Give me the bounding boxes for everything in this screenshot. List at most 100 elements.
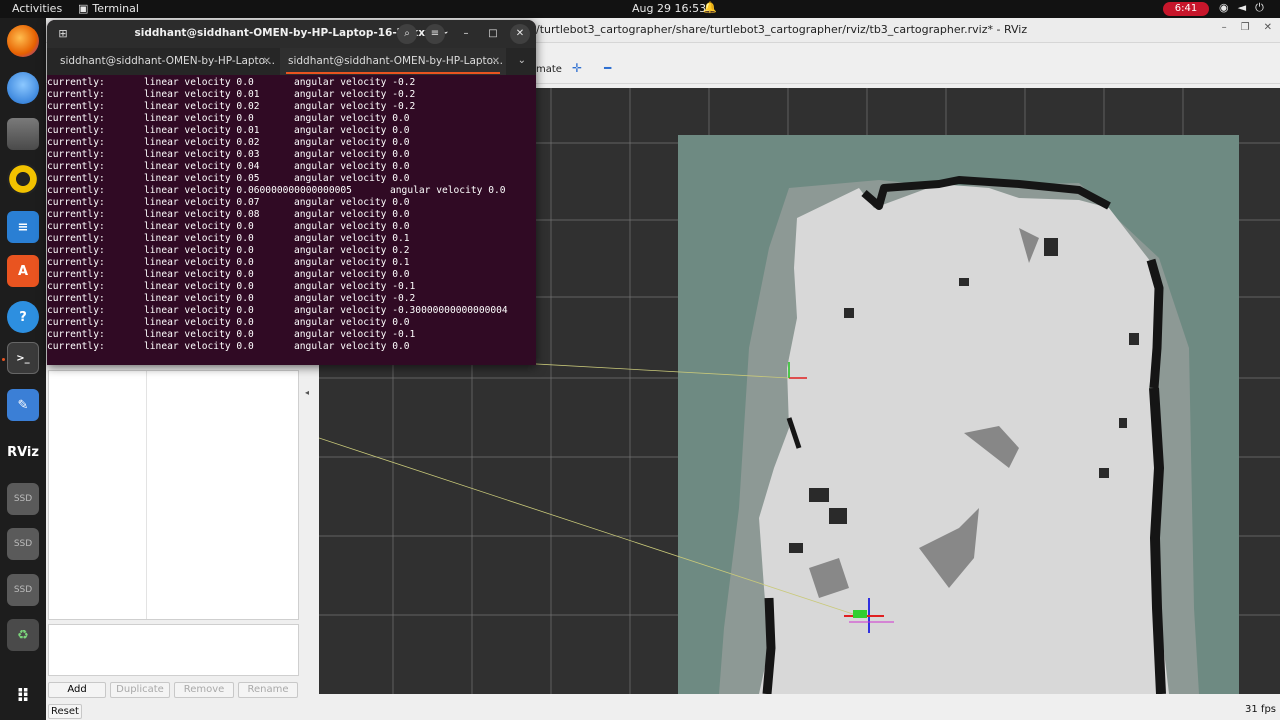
terminal-line-field: angular velocity 0.0	[294, 197, 410, 208]
wifi-icon: ◉	[1219, 1, 1229, 14]
close-tab-icon[interactable]: ✕	[492, 48, 500, 75]
terminal-tab-2[interactable]: siddhant@siddhant-OMEN-by-HP-Lapto... ✕	[280, 48, 506, 75]
terminal-line-field: angular velocity -0.2	[294, 89, 416, 100]
files-icon[interactable]	[7, 118, 39, 150]
terminal-line-field: currently:	[47, 221, 105, 232]
maximize-icon[interactable]: ❐	[1241, 22, 1250, 33]
ssd-drive-icon[interactable]: SSD	[7, 574, 39, 606]
rviz-icon[interactable]: RViz	[7, 436, 39, 468]
terminal-line-field: linear velocity 0.0	[144, 221, 254, 232]
firefox-icon[interactable]	[7, 25, 39, 57]
terminal-header: ⊞ siddhant@siddhant-OMEN-by-HP-Laptop-16…	[47, 20, 536, 48]
terminal-line-field: currently:	[47, 245, 105, 256]
terminal-line-field: angular velocity -0.2	[294, 77, 416, 88]
terminal-line-field: angular velocity 0.0	[294, 161, 410, 172]
add-button[interactable]: Add	[48, 682, 106, 698]
minimize-icon[interactable]: –	[456, 24, 476, 44]
fps-readout: 31 fps	[1245, 704, 1276, 715]
terminal-line-field: currently:	[47, 317, 105, 328]
terminal-line-field: currently:	[47, 293, 105, 304]
terminal-line-field: linear velocity 0.01	[144, 89, 260, 100]
rename-button[interactable]: Rename	[238, 682, 298, 698]
terminal-line-field: angular velocity 0.0	[294, 317, 410, 328]
active-indicator	[2, 358, 5, 361]
terminal-icon: ▣	[78, 2, 89, 15]
hamburger-menu-icon[interactable]: ≡	[425, 24, 445, 44]
column-divider	[146, 371, 147, 619]
collapse-left-icon[interactable]: ◂	[305, 388, 309, 397]
terminal-line-field: angular velocity 0.0	[294, 221, 410, 232]
remove-button[interactable]: Remove	[174, 682, 234, 698]
activities-button[interactable]: Activities	[12, 2, 62, 15]
chevron-down-icon[interactable]: ⌄	[518, 55, 526, 66]
ssd-drive-icon[interactable]: SSD	[7, 528, 39, 560]
terminal-line-field: currently:	[47, 149, 105, 160]
terminal-line-field: currently:	[47, 197, 105, 208]
terminal-line-field: linear velocity 0.08	[144, 209, 260, 220]
terminal-line-field: angular velocity -0.30000000000000004	[294, 305, 508, 316]
add-tool-icon[interactable]: ✛	[572, 61, 582, 75]
text-editor-icon[interactable]: ✎	[7, 389, 39, 421]
terminal-line-field: currently:	[47, 185, 105, 196]
remove-tool-icon[interactable]: ━	[604, 61, 611, 75]
terminal-line-field: linear velocity 0.0	[144, 113, 254, 124]
tab-label: siddhant@siddhant-OMEN-by-HP-Lapto...	[60, 55, 275, 67]
terminal-line-field: currently:	[47, 161, 105, 172]
search-icon[interactable]: ⌕	[397, 24, 417, 44]
trash-icon[interactable]: ♻	[7, 619, 39, 651]
terminal-icon[interactable]: >_	[7, 342, 39, 374]
app-center-icon[interactable]: A	[7, 255, 39, 287]
terminal-tab-bar: siddhant@siddhant-OMEN-by-HP-Lapto... ✕ …	[47, 48, 536, 75]
top-bar: Activities ▣ Terminal Aug 29 16:53 🔔 6:4…	[0, 0, 1280, 18]
terminal-line-field: linear velocity 0.01	[144, 125, 260, 136]
terminal-window: ⊞ siddhant@siddhant-OMEN-by-HP-Laptop-16…	[47, 20, 536, 365]
libreoffice-writer-icon[interactable]: ≡	[7, 211, 39, 243]
displays-tree[interactable]	[48, 370, 299, 620]
terminal-line-field: angular velocity 0.0	[390, 185, 506, 196]
terminal-output[interactable]: currently: linear velocity 0.0 angular vel…	[47, 77, 536, 365]
terminal-line-field: linear velocity 0.0	[144, 305, 254, 316]
window-controls: – ❐ ✕	[1222, 22, 1272, 33]
terminal-line-field: currently:	[47, 257, 105, 268]
terminal-line-field: angular velocity -0.2	[294, 101, 416, 112]
terminal-line-field: linear velocity 0.060000000000000005	[144, 185, 352, 196]
close-icon[interactable]: ✕	[510, 24, 530, 44]
thunderbird-icon[interactable]	[7, 72, 39, 104]
rhythmbox-icon[interactable]	[7, 163, 39, 195]
terminal-line-field: currently:	[47, 77, 105, 88]
system-tray[interactable]: ◉ ◄ ⏻	[1219, 1, 1264, 15]
close-tab-icon[interactable]: ✕	[263, 48, 271, 75]
terminal-line-field: linear velocity 0.03	[144, 149, 260, 160]
terminal-line-field: linear velocity 0.02	[144, 137, 260, 148]
terminal-line-field: angular velocity 0.1	[294, 233, 410, 244]
battery-time-badge[interactable]: 6:41	[1163, 2, 1209, 16]
terminal-line-field: angular velocity 0.0	[294, 341, 410, 352]
terminal-line-field: currently:	[47, 233, 105, 244]
terminal-line-field: currently:	[47, 125, 105, 136]
tab-label: siddhant@siddhant-OMEN-by-HP-Lapto...	[288, 55, 503, 67]
show-apps-icon[interactable]: ⠿	[7, 680, 39, 712]
volume-icon: ◄	[1237, 1, 1247, 14]
ssd-drive-icon[interactable]: SSD	[7, 483, 39, 515]
terminal-line-field: angular velocity 0.0	[294, 269, 410, 280]
help-icon[interactable]: ?	[7, 301, 39, 333]
terminal-line-field: currently:	[47, 173, 105, 184]
minimize-icon[interactable]: –	[1222, 22, 1227, 33]
power-icon: ⏻	[1255, 1, 1264, 14]
terminal-line-field: currently:	[47, 137, 105, 148]
terminal-line-field: linear velocity 0.0	[144, 281, 254, 292]
terminal-line-field: linear velocity 0.0	[144, 233, 254, 244]
maximize-icon[interactable]: □	[483, 24, 503, 44]
terminal-line-field: currently:	[47, 269, 105, 280]
terminal-line-field: angular velocity 0.0	[294, 209, 410, 220]
reset-button[interactable]: Reset	[48, 704, 82, 719]
app-menu[interactable]: ▣ Terminal	[78, 2, 139, 15]
terminal-line-field: angular velocity 0.2	[294, 245, 410, 256]
toolbar-item-partial[interactable]: mate	[536, 64, 562, 75]
terminal-line-field: angular velocity 0.0	[294, 113, 410, 124]
terminal-tab-1[interactable]: siddhant@siddhant-OMEN-by-HP-Lapto... ✕	[47, 48, 277, 75]
terminal-line-field: angular velocity 0.1	[294, 257, 410, 268]
clock[interactable]: Aug 29 16:53	[632, 2, 706, 15]
close-icon[interactable]: ✕	[1264, 22, 1272, 33]
duplicate-button[interactable]: Duplicate	[110, 682, 170, 698]
